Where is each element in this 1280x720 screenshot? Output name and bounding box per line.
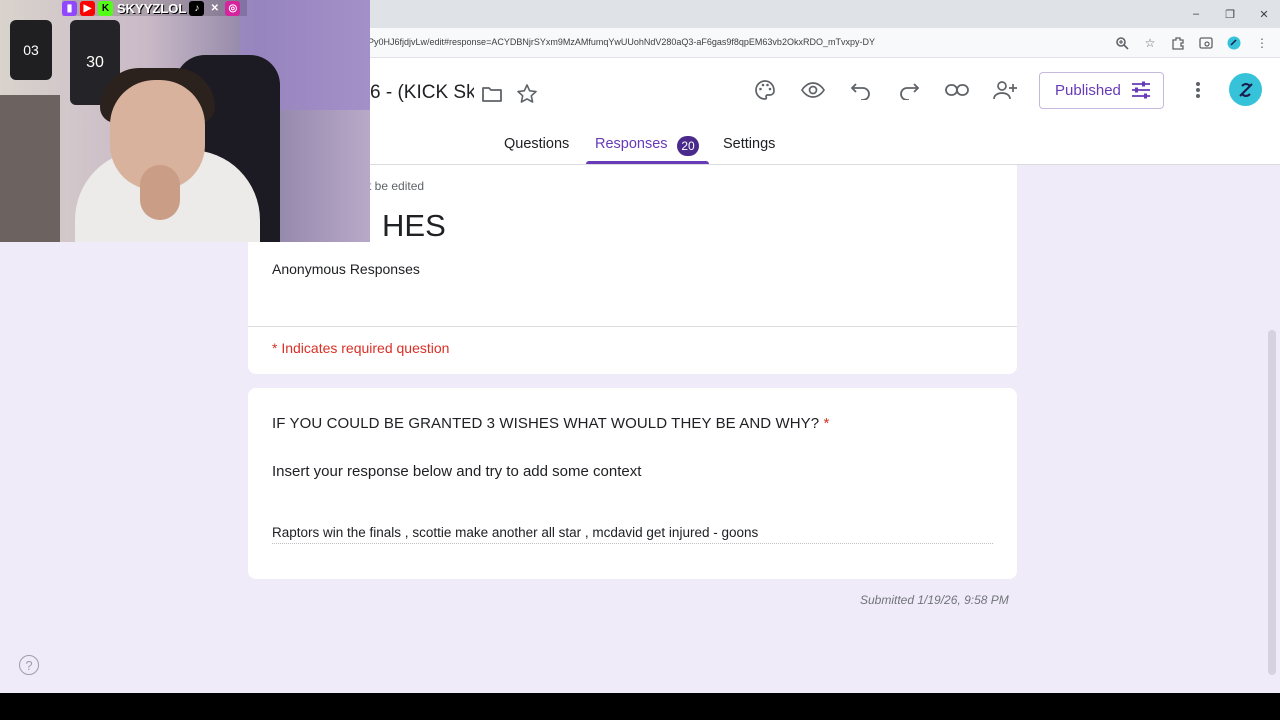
streamer-hand	[140, 165, 180, 220]
minimize-button[interactable]: –	[1180, 0, 1212, 28]
tiktok-icon: ♪	[189, 0, 205, 16]
webcam-shelf	[0, 95, 60, 242]
page-scrollbar[interactable]	[1268, 330, 1276, 675]
window-controls: – ❐ ✕	[1178, 0, 1280, 28]
social-handles: ▮ ▶ K SKYYZLOL ♪ ✕ ◎	[62, 0, 248, 16]
youtube-icon: ▶	[80, 0, 95, 16]
question-title: IF YOU COULD BE GRANTED 3 WISHES WHAT WO…	[272, 415, 829, 432]
zoom-icon[interactable]	[1112, 33, 1132, 53]
answer-underline	[272, 543, 993, 544]
add-collaborator-icon[interactable]	[993, 78, 1017, 102]
help-icon[interactable]: ?	[19, 655, 39, 675]
form-description: Anonymous Responses	[272, 261, 420, 277]
kick-icon: K	[98, 0, 113, 16]
profile-icon[interactable]	[1224, 33, 1244, 53]
palette-icon[interactable]	[753, 78, 777, 102]
tab-settings[interactable]: Settings	[723, 136, 775, 152]
tab-search-icon[interactable]	[1196, 33, 1216, 53]
redo-icon[interactable]	[897, 78, 921, 102]
instagram-icon: ◎	[225, 0, 241, 16]
undo-icon[interactable]	[849, 78, 873, 102]
x-icon: ✕	[210, 2, 220, 14]
preview-eye-icon[interactable]	[801, 78, 825, 102]
question-text: IF YOU COULD BE GRANTED 3 WISHES WHAT WO…	[272, 415, 820, 432]
question-description: Insert your response below and try to ad…	[272, 463, 642, 480]
edit-note: t be edited	[368, 179, 425, 193]
tab-questions[interactable]: Questions	[504, 136, 569, 152]
card-divider	[248, 326, 1017, 327]
streamer-name: SKYYZLOL	[117, 0, 187, 16]
webcam-overlay: 03 30 ▮ ▶ K SKYYZLOL ♪ ✕ ◎	[0, 0, 370, 242]
folder-icon[interactable]	[480, 82, 504, 106]
published-button[interactable]: Published	[1039, 72, 1164, 109]
form-title: HES	[382, 208, 446, 243]
responses-count-badge: 20	[677, 136, 699, 156]
link-icon[interactable]	[945, 78, 969, 102]
submitted-timestamp: Submitted 1/19/26, 9:58 PM	[860, 593, 1009, 607]
bookmark-star-icon[interactable]: ☆	[1140, 33, 1160, 53]
tab-responses[interactable]: Responses	[595, 136, 668, 152]
browser-menu-icon[interactable]: ⋮	[1252, 33, 1272, 53]
tune-icon	[1131, 81, 1151, 103]
more-options-icon[interactable]	[1188, 78, 1208, 102]
required-note: * Indicates required question	[272, 340, 450, 356]
account-avatar[interactable]	[1229, 73, 1262, 106]
active-tab-indicator	[586, 161, 709, 164]
twitch-icon: ▮	[62, 0, 77, 16]
required-asterisk: *	[823, 415, 830, 432]
jersey-left: 03	[10, 20, 52, 80]
close-button[interactable]: ✕	[1248, 0, 1280, 28]
extensions-icon[interactable]	[1168, 33, 1188, 53]
restore-button[interactable]: ❐	[1214, 0, 1246, 28]
url-text[interactable]: Py0HJ6fjdjvLw/edit#response=ACYDBNjrSYxm…	[368, 37, 875, 47]
question-card: IF YOU COULD BE GRANTED 3 WISHES WHAT WO…	[248, 388, 1017, 579]
document-title[interactable]: 6 - (KICK Sky	[370, 82, 474, 104]
response-answer: Raptors win the finals , scottie make an…	[272, 525, 759, 540]
star-icon[interactable]	[515, 82, 539, 106]
bottom-black-bar	[0, 693, 1280, 720]
published-label: Published	[1055, 82, 1121, 99]
